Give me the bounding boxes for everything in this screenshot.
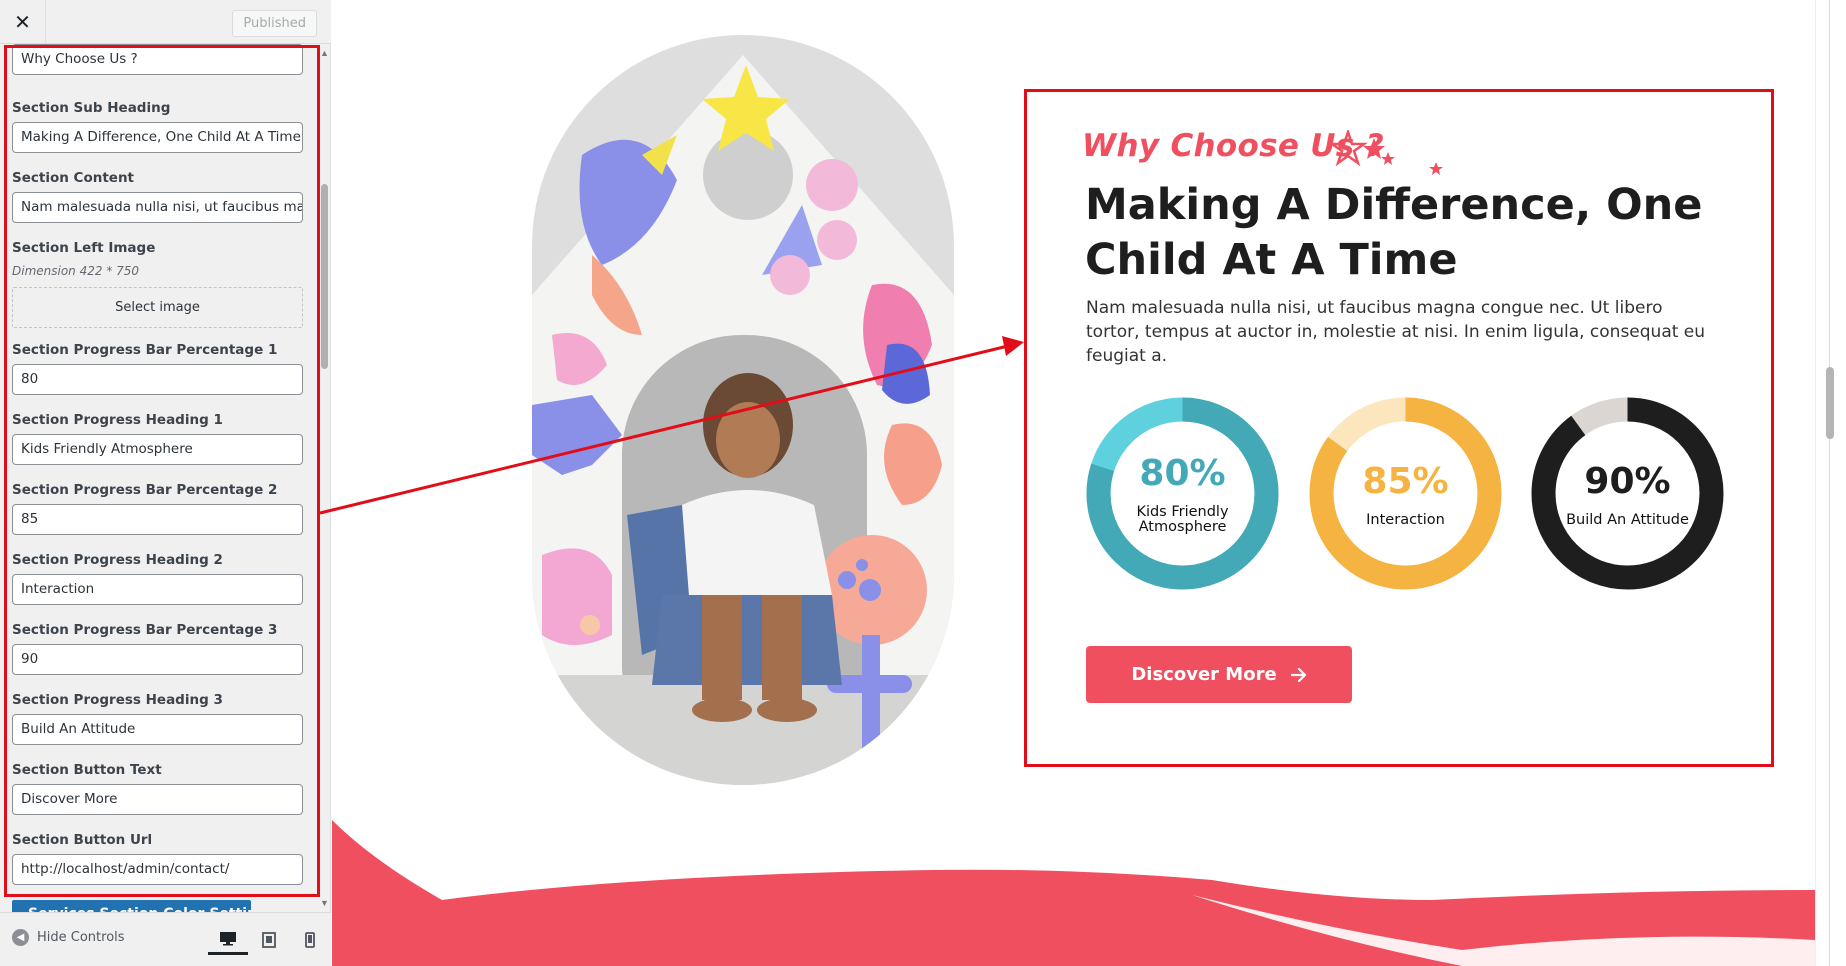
progress-percentage-2-label: Section Progress Bar Percentage 2	[12, 482, 278, 498]
hide-controls-label: Hide Controls	[37, 930, 125, 945]
customizer-screen: ✕ Published Why Choose Us ? Section Sub …	[0, 0, 1846, 966]
hide-controls-button[interactable]: ◀ Hide Controls	[12, 929, 125, 946]
tablet-preview-icon[interactable]	[249, 925, 289, 955]
progress-1-heading: Kids Friendly Atmosphere	[1136, 504, 1229, 535]
progress-3-heading: Build An Attitude	[1566, 512, 1689, 528]
services-color-settings-section[interactable]: Services Section Color Settings	[12, 900, 251, 912]
desktop-preview-icon[interactable]	[208, 925, 248, 955]
sub-heading-input[interactable]: Making A Difference, One Child At A Time	[12, 122, 303, 153]
progress-percentage-1-input[interactable]: 80	[12, 364, 303, 395]
progress-percentage-3-input[interactable]: 90	[12, 644, 303, 675]
progress-1-percent: 80%	[1139, 453, 1226, 494]
controls-panel: Why Choose Us ? Section Sub Heading Maki…	[0, 44, 320, 912]
sub-heading-label: Section Sub Heading	[12, 100, 171, 116]
progress-percentage-1-label: Section Progress Bar Percentage 1	[12, 342, 278, 358]
footer-wave-decoration	[332, 820, 1815, 966]
discover-more-label: Discover More	[1131, 664, 1277, 685]
progress-heading-2-label: Section Progress Heading 2	[12, 552, 223, 568]
section-content: Nam malesuada nulla nisi, ut faucibus ma…	[1086, 298, 1706, 366]
preview-scrollbar[interactable]	[1815, 0, 1846, 966]
progress-percentage-2-input[interactable]: 85	[12, 504, 303, 535]
select-image-button[interactable]: Select image	[12, 287, 303, 328]
sidebar-header: ✕ Published	[0, 0, 331, 44]
arrow-right-icon	[1290, 667, 1306, 682]
progress-2-heading: Interaction	[1366, 512, 1445, 528]
progress-ring-2: 85% Interaction	[1309, 397, 1502, 590]
content-input[interactable]: Nam malesuada nulla nisi, ut faucibus ma…	[12, 192, 303, 223]
button-url-label: Section Button Url	[12, 832, 153, 848]
content-label: Section Content	[12, 170, 135, 186]
left-image-label: Section Left Image	[12, 240, 156, 256]
progress-ring-1: 80% Kids Friendly Atmosphere	[1086, 397, 1279, 590]
preview-scroll-thumb[interactable]	[1826, 367, 1834, 439]
progress-3-percent: 90%	[1584, 461, 1671, 502]
section-heading-input[interactable]: Why Choose Us ?	[12, 44, 303, 75]
button-text-label: Section Button Text	[12, 762, 162, 778]
site-preview: Why Choose Us ? Making A Difference, One…	[332, 0, 1846, 966]
progress-heading-2-input[interactable]: Interaction	[12, 574, 303, 605]
progress-2-percent: 85%	[1362, 461, 1449, 502]
section-left-image	[532, 35, 954, 785]
left-image-description: Dimension 422 * 750	[12, 264, 140, 278]
close-icon[interactable]: ✕	[0, 0, 46, 44]
preview-scroll-track	[1829, 0, 1830, 966]
customizer-sidebar: ✕ Published Why Choose Us ? Section Sub …	[0, 0, 331, 966]
button-url-input[interactable]: http://localhost/admin/contact/	[12, 854, 303, 885]
section-heading: Making A Difference, One Child At A Time	[1085, 180, 1703, 285]
collapse-arrow-icon: ◀	[12, 929, 29, 946]
stars-icon	[1332, 130, 1443, 175]
scroll-down-icon[interactable]: ▼	[320, 898, 329, 908]
sidebar-scroll-thumb[interactable]	[321, 184, 328, 369]
button-text-input[interactable]: Discover More	[12, 784, 303, 815]
sidebar-footer: ◀ Hide Controls	[0, 912, 331, 966]
progress-percentage-3-label: Section Progress Bar Percentage 3	[12, 622, 278, 638]
sidebar-scrollbar[interactable]: ▲ ▼	[318, 44, 331, 912]
progress-ring-3: 90% Build An Attitude	[1531, 397, 1724, 590]
mobile-preview-icon[interactable]	[290, 925, 330, 955]
progress-heading-3-label: Section Progress Heading 3	[12, 692, 223, 708]
progress-heading-3-input[interactable]: Build An Attitude	[12, 714, 303, 745]
discover-more-button[interactable]: Discover More	[1086, 646, 1352, 703]
published-button[interactable]: Published	[232, 10, 317, 37]
progress-heading-1-input[interactable]: Kids Friendly Atmosphere	[12, 434, 303, 465]
progress-heading-1-label: Section Progress Heading 1	[12, 412, 223, 428]
scroll-up-icon[interactable]: ▲	[320, 48, 329, 58]
